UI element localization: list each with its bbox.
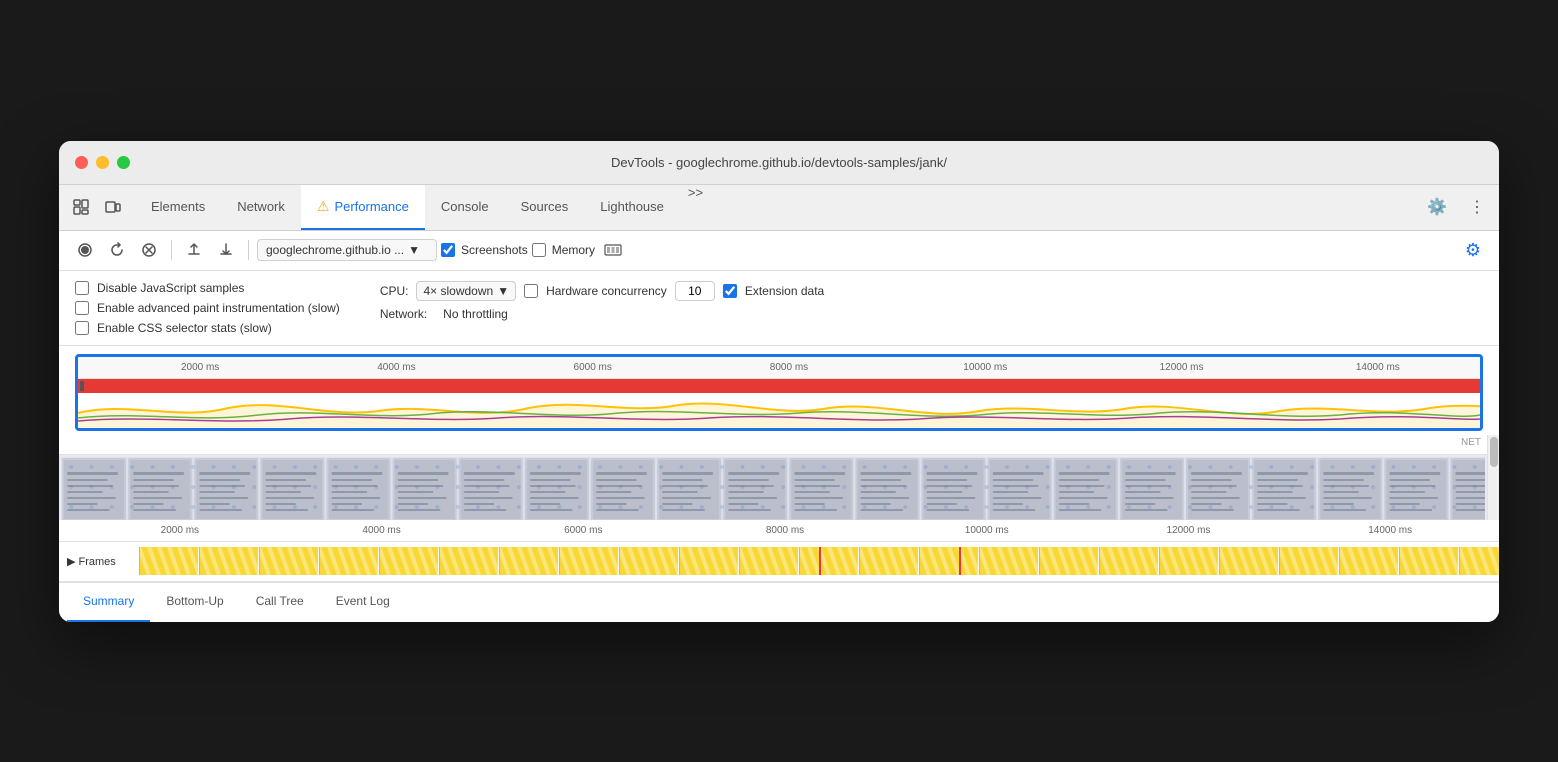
settings-gear-icon[interactable]: ⚙ <box>1459 236 1487 264</box>
hw-concurrency-input[interactable] <box>675 281 715 301</box>
scrollbar-track[interactable] <box>1487 435 1499 520</box>
tab-lighthouse[interactable]: Lighthouse <box>584 185 680 230</box>
tick-3: 6000 ms <box>495 362 691 373</box>
more-options-icon[interactable]: ⋮ <box>1463 193 1491 221</box>
warning-icon: ⚠ <box>317 198 330 215</box>
main-tick-6: 12000 ms <box>1088 525 1290 536</box>
performance-toolbar: googlechrome.github.io ... ▼ Screenshots… <box>59 231 1499 271</box>
settings-right: CPU: 4× slowdown ▼ Hardware concurrency … <box>380 281 824 335</box>
download-button[interactable] <box>212 236 240 264</box>
clear-button[interactable] <box>135 236 163 264</box>
minimize-button[interactable] <box>96 156 109 169</box>
flame-bar <box>78 379 1480 393</box>
upload-button[interactable] <box>180 236 208 264</box>
cpu-select[interactable]: 4× slowdown ▼ <box>416 281 516 301</box>
title-bar: DevTools - googlechrome.github.io/devtoo… <box>59 141 1499 185</box>
tick-5: 10000 ms <box>887 362 1083 373</box>
tab-bar-right: ⚙️ ⋮ <box>1423 193 1491 221</box>
disable-js-row: Disable JavaScript samples <box>75 281 340 295</box>
main-tick-5: 10000 ms <box>886 525 1088 536</box>
tab-network[interactable]: Network <box>221 185 301 230</box>
memory-checkbox-group: Memory <box>532 243 595 257</box>
tab-icons <box>67 193 127 221</box>
tab-event-log[interactable]: Event Log <box>320 583 406 622</box>
tab-elements[interactable]: Elements <box>135 185 221 230</box>
toolbar-right: ⚙ <box>1459 236 1487 264</box>
settings-left: Disable JavaScript samples Enable advanc… <box>75 281 340 335</box>
frames-svg <box>139 547 1499 575</box>
wave-area <box>78 393 1480 428</box>
dropdown-arrow: ▼ <box>408 243 420 257</box>
overview-ruler[interactable]: 2000 ms 4000 ms 6000 ms 8000 ms 10000 ms… <box>75 354 1483 431</box>
tab-performance[interactable]: ⚠ Performance <box>301 185 425 230</box>
record-button[interactable] <box>71 236 99 264</box>
css-stats-checkbox[interactable] <box>75 321 89 335</box>
divider2 <box>248 240 249 260</box>
frames-bar-area <box>139 542 1499 581</box>
main-ruler: 2000 ms 4000 ms 6000 ms 8000 ms 10000 ms… <box>59 520 1499 542</box>
more-tabs-button[interactable]: >> <box>680 185 711 230</box>
frames-row: ▶ Frames <box>59 542 1499 582</box>
url-display[interactable]: googlechrome.github.io ... ▼ <box>257 239 437 261</box>
traffic-lights <box>75 156 130 169</box>
overview-section: 2000 ms 4000 ms 6000 ms 8000 ms 10000 ms… <box>59 346 1499 431</box>
advanced-paint-checkbox[interactable] <box>75 301 89 315</box>
bottom-tabs: Summary Bottom-Up Call Tree Event Log <box>59 582 1499 622</box>
tab-bottom-up[interactable]: Bottom-Up <box>150 583 239 622</box>
devtools-window: DevTools - googlechrome.github.io/devtoo… <box>59 141 1499 622</box>
divider <box>171 240 172 260</box>
main-tick-3: 6000 ms <box>482 525 684 536</box>
tab-console[interactable]: Console <box>425 185 505 230</box>
disable-js-checkbox[interactable] <box>75 281 89 295</box>
cpu-row: CPU: 4× slowdown ▼ Hardware concurrency … <box>380 281 824 301</box>
tab-sources[interactable]: Sources <box>505 185 585 230</box>
tab-call-tree[interactable]: Call Tree <box>240 583 320 622</box>
maximize-button[interactable] <box>117 156 130 169</box>
tick-1: 2000 ms <box>102 362 298 373</box>
device-toolbar-icon[interactable] <box>99 193 127 221</box>
network-row: Network: No throttling <box>380 307 824 321</box>
close-button[interactable] <box>75 156 88 169</box>
net-area: NET <box>59 435 1487 455</box>
hw-concurrency-checkbox[interactable] <box>524 284 538 298</box>
settings-icon[interactable]: ⚙️ <box>1423 193 1451 221</box>
tick-7: 14000 ms <box>1280 362 1476 373</box>
tick-2: 4000 ms <box>298 362 494 373</box>
screenshots-checkbox[interactable] <box>441 243 455 257</box>
main-tick-7: 14000 ms <box>1289 525 1491 536</box>
advanced-paint-row: Enable advanced paint instrumentation (s… <box>75 301 340 315</box>
screenshots-area: // Generate screenshot thumbs <box>59 455 1487 520</box>
memory-icon-btn[interactable] <box>599 236 627 264</box>
settings-panel: Disable JavaScript samples Enable advanc… <box>59 271 1499 346</box>
tab-bar: Elements Network ⚠ Performance Console S… <box>59 185 1499 231</box>
frames-label[interactable]: ▶ Frames <box>59 555 139 568</box>
main-tick-4: 8000 ms <box>684 525 886 536</box>
tick-4: 8000 ms <box>691 362 887 373</box>
extension-data-checkbox[interactable] <box>723 284 737 298</box>
net-screenshots-section: NET // Generate screenshot thumbs <box>59 435 1499 520</box>
screenshots-svg <box>61 457 1485 520</box>
css-stats-row: Enable CSS selector stats (slow) <box>75 321 340 335</box>
main-tick-2: 4000 ms <box>281 525 483 536</box>
scrollbar-thumb[interactable] <box>1490 437 1498 467</box>
inspect-icon[interactable] <box>67 193 95 221</box>
screenshots-container: NET // Generate screenshot thumbs <box>59 435 1487 520</box>
window-title: DevTools - googlechrome.github.io/devtoo… <box>611 155 947 170</box>
tab-summary[interactable]: Summary <box>67 583 150 622</box>
cpu-dropdown-arrow: ▼ <box>497 284 509 298</box>
tick-6: 12000 ms <box>1083 362 1279 373</box>
main-tabs: Elements Network ⚠ Performance Console S… <box>135 185 1423 230</box>
reload-button[interactable] <box>103 236 131 264</box>
main-tick-1: 2000 ms <box>79 525 281 536</box>
memory-checkbox[interactable] <box>532 243 546 257</box>
screenshots-checkbox-group: Screenshots <box>441 243 528 257</box>
ruler-ticks: 2000 ms 4000 ms 6000 ms 8000 ms 10000 ms… <box>78 357 1480 379</box>
